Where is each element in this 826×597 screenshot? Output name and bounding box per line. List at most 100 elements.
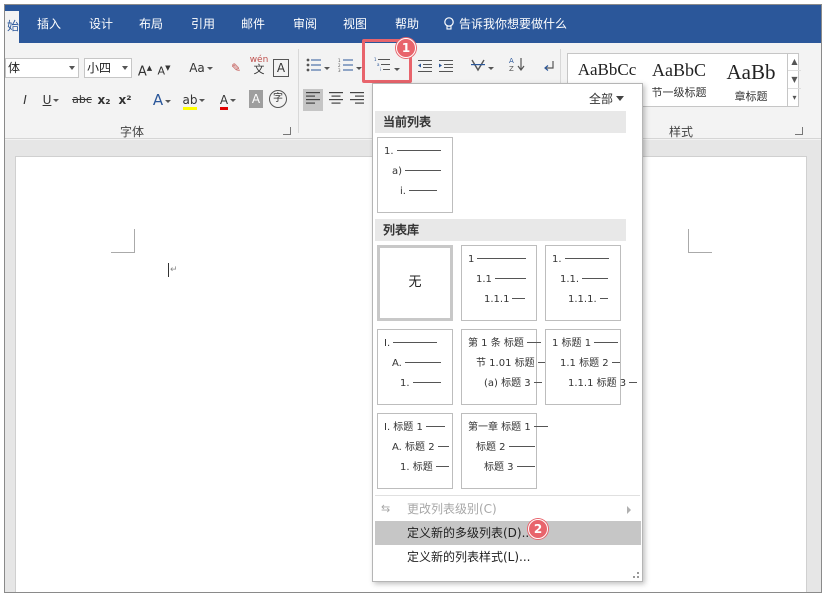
indent-arrows-icon: ⇆: [381, 502, 391, 515]
tab-item[interactable]: 插入: [37, 5, 61, 43]
style-gallery-item[interactable]: AaBb 章标题: [714, 54, 788, 106]
chinese-layout-button[interactable]: [467, 57, 497, 79]
tab-item[interactable]: 邮件: [241, 5, 265, 43]
tell-me-search[interactable]: 告诉我你想要做什么: [443, 5, 567, 43]
resize-grip-icon[interactable]: [633, 572, 639, 578]
svg-text:3: 3: [338, 68, 341, 72]
tab-item[interactable]: 引用: [191, 5, 215, 43]
enclose-characters-button[interactable]: 字: [269, 90, 287, 108]
list-level-text: 1: [468, 254, 475, 265]
define-new-list-style-item[interactable]: 定义新的列表样式(L)...: [375, 545, 641, 569]
list-level-text: 1.1.1: [484, 294, 510, 305]
chevron-down-icon[interactable]: [69, 66, 75, 70]
clear-formatting-icon[interactable]: ✎: [227, 57, 245, 79]
grow-font-button[interactable]: A▲: [137, 57, 153, 79]
list-level-preview: 标题 2: [476, 442, 535, 454]
list-level-text: 1 标题 1: [552, 338, 592, 349]
current-list-tile[interactable]: 1. a) i.: [377, 137, 453, 213]
font-dialog-launcher[interactable]: [283, 127, 291, 135]
align-right-icon[interactable]: [348, 89, 366, 111]
tab-item[interactable]: 视图: [343, 5, 367, 43]
list-level-text: 1.1.1 标题 3: [568, 378, 627, 389]
list-line-rule: [408, 190, 437, 191]
tab-item[interactable]: 布局: [139, 5, 163, 43]
paragraph-mark-icon: ↵: [170, 265, 178, 275]
increase-indent-icon[interactable]: [437, 57, 455, 79]
list-level-text: 1.1 标题 2: [560, 358, 609, 369]
svg-text:Z: Z: [509, 65, 514, 72]
highlight-color-button[interactable]: ab: [179, 89, 209, 111]
list-library-tile[interactable]: I. 标题 1 A. 标题 2 1. 标题: [377, 413, 453, 489]
text-cursor: [168, 263, 169, 277]
list-line-rule: [425, 426, 445, 427]
italic-button[interactable]: I: [17, 89, 33, 111]
show-formatting-icon[interactable]: [541, 57, 557, 79]
gallery-scroll-up-icon[interactable]: ▲: [788, 53, 801, 71]
list-line-rule: [629, 382, 638, 383]
list-level-text: 1.: [384, 146, 394, 157]
style-preview: AaBb: [726, 60, 776, 84]
list-level-preview: 1.: [552, 254, 609, 266]
font-name-combo[interactable]: 体: [5, 58, 79, 78]
list-library-tile[interactable]: 1 标题 1 1.1 标题 2 1.1.1 标题 3: [545, 329, 638, 405]
gallery-more-icon[interactable]: ▾: [788, 89, 801, 107]
styles-gallery-scroller: ▲ ▼ ▾: [787, 53, 801, 107]
align-center-icon[interactable]: [327, 89, 345, 111]
subscript-button[interactable]: x₂: [95, 89, 113, 111]
character-border-button[interactable]: A: [273, 59, 289, 77]
list-line-rule: [435, 466, 449, 467]
tab-item[interactable]: 设计: [89, 5, 113, 43]
numbering-button[interactable]: 123: [335, 57, 365, 79]
text-effects-button[interactable]: A: [147, 89, 177, 111]
list-level-preview: 第一章 标题 1: [468, 422, 548, 434]
change-case-button[interactable]: Aa: [183, 57, 219, 79]
list-tile-none[interactable]: 无: [377, 245, 453, 321]
phonetic-guide-button[interactable]: wén 文: [249, 55, 269, 77]
list-level-preview: a): [392, 166, 442, 178]
gallery-scroll-down-icon[interactable]: ▼: [788, 71, 801, 89]
font-size-combo[interactable]: 小四: [84, 58, 132, 78]
font-color-button[interactable]: A: [213, 89, 243, 111]
tab-home[interactable]: 始: [5, 11, 19, 43]
sort-icon[interactable]: AZ: [508, 56, 526, 78]
chevron-down-icon: [616, 96, 624, 101]
list-level-preview: 1.1.1: [484, 294, 526, 306]
list-level-text: 1.: [400, 378, 410, 389]
list-library-tile[interactable]: 第一章 标题 1 标题 2 标题 3: [461, 413, 548, 489]
list-level-text: (a) 标题 3: [484, 378, 531, 389]
list-line-rule: [512, 298, 526, 299]
list-level-preview: 1.1.: [560, 274, 609, 286]
list-library-tile[interactable]: 第 1 条 标题节 1.01 标题 (a) 标题 3: [461, 329, 546, 405]
list-level-text: i.: [400, 186, 406, 197]
list-library-tile[interactable]: 1 1.1 1.1.1: [461, 245, 537, 321]
chevron-down-icon[interactable]: [122, 66, 128, 70]
character-shading-button[interactable]: A: [249, 90, 263, 108]
styles-dialog-launcher[interactable]: [795, 127, 803, 135]
list-level-preview: I. 标题 1: [384, 422, 445, 434]
list-line-rule: [393, 342, 438, 343]
list-filter-dropdown[interactable]: 全部: [589, 90, 624, 107]
list-library-tile[interactable]: 1. 1.1. 1.1.1.: [545, 245, 621, 321]
strikethrough-button[interactable]: abc: [71, 89, 93, 111]
font-size-value: 小四: [87, 61, 112, 75]
superscript-button[interactable]: x²: [116, 89, 134, 111]
style-preview: AaBbCc: [577, 60, 637, 79]
bullets-button[interactable]: [303, 57, 333, 79]
list-level-text: A. 标题 2: [392, 442, 435, 453]
style-gallery-item[interactable]: AaBbC 节一级标题: [642, 54, 716, 106]
list-level-preview: i.: [400, 186, 437, 198]
chevron-right-icon: [627, 506, 631, 514]
underline-button[interactable]: U: [39, 89, 63, 111]
style-preview: AaBbC: [652, 60, 706, 80]
shrink-font-button[interactable]: A▼: [156, 57, 172, 79]
list-level-text: a): [392, 166, 403, 177]
list-level-text: 1.1: [476, 274, 492, 285]
tab-item[interactable]: 审阅: [293, 5, 317, 43]
align-left-icon[interactable]: [303, 89, 323, 111]
margin-corner-mark: [111, 229, 135, 253]
none-label: 无: [408, 275, 422, 290]
define-new-multilevel-list-item[interactable]: 定义新的多级列表(D)...: [375, 521, 641, 545]
list-library-tile[interactable]: I. A. 1.: [377, 329, 453, 405]
decrease-indent-icon[interactable]: [417, 57, 433, 79]
multilevel-list-dropdown: 全部 当前列表 1. a) i. 列表库 无 1 1.1 1.1.1 1. 1.1. 1.1.…: [372, 83, 643, 582]
